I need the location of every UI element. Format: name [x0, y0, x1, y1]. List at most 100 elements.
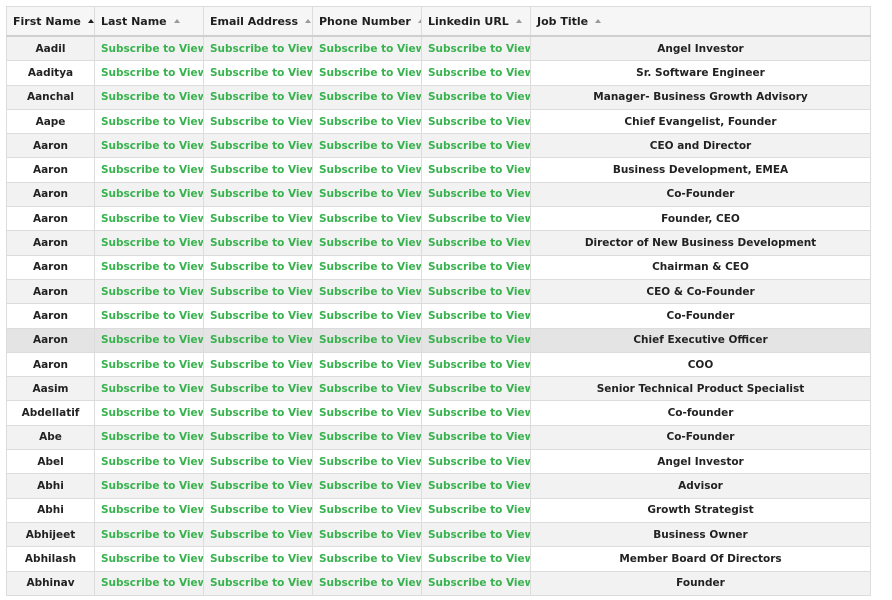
- subscribe-link-email-address[interactable]: Subscribe to View: [203, 376, 313, 402]
- subscribe-link-phone-number[interactable]: Subscribe to View: [312, 133, 422, 159]
- subscribe-link-phone-number[interactable]: Subscribe to View: [312, 376, 422, 402]
- subscribe-link-linkedin-url[interactable]: Subscribe to View: [421, 60, 531, 86]
- column-header-linkedin-url[interactable]: Linkedin URL: [421, 6, 531, 37]
- table-row[interactable]: Aaron Subscribe to View Subscribe to View S…: [6, 181, 871, 208]
- subscribe-link-linkedin-url[interactable]: Subscribe to View: [421, 84, 531, 110]
- subscribe-link-email-address[interactable]: Subscribe to View: [203, 35, 313, 62]
- table-row[interactable]: Aaron Subscribe to View Subscribe to View S…: [6, 303, 871, 329]
- table-row[interactable]: Aape Subscribe to View Subscribe to View Su…: [6, 108, 871, 135]
- subscribe-link-linkedin-url[interactable]: Subscribe to View: [421, 157, 531, 183]
- subscribe-link-last-name[interactable]: Subscribe to View: [94, 351, 204, 378]
- subscribe-link-email-address[interactable]: Subscribe to View: [203, 230, 313, 256]
- subscribe-link-phone-number[interactable]: Subscribe to View: [312, 206, 422, 232]
- subscribe-link-phone-number[interactable]: Subscribe to View: [312, 278, 422, 305]
- subscribe-link-email-address[interactable]: Subscribe to View: [203, 181, 313, 208]
- sort-asc-icon[interactable]: [173, 18, 180, 23]
- column-header-first-name[interactable]: First Name: [6, 6, 95, 37]
- subscribe-link-last-name[interactable]: Subscribe to View: [94, 230, 204, 256]
- table-row[interactable]: Aaditya Subscribe to View Subscribe to Vie…: [6, 60, 871, 86]
- subscribe-link-phone-number[interactable]: Subscribe to View: [312, 157, 422, 183]
- sort-asc-icon[interactable]: [417, 18, 421, 23]
- subscribe-link-last-name[interactable]: Subscribe to View: [94, 133, 204, 159]
- table-row[interactable]: Aaron Subscribe to View Subscribe to View S…: [6, 206, 871, 232]
- subscribe-link-phone-number[interactable]: Subscribe to View: [312, 473, 422, 499]
- sort-asc-icon[interactable]: [515, 18, 522, 23]
- subscribe-link-linkedin-url[interactable]: Subscribe to View: [421, 473, 531, 499]
- subscribe-link-email-address[interactable]: Subscribe to View: [203, 570, 313, 596]
- subscribe-link-email-address[interactable]: Subscribe to View: [203, 497, 313, 523]
- subscribe-link-linkedin-url[interactable]: Subscribe to View: [421, 206, 531, 232]
- subscribe-link-phone-number[interactable]: Subscribe to View: [312, 230, 422, 256]
- subscribe-link-email-address[interactable]: Subscribe to View: [203, 84, 313, 110]
- sort-asc-icon[interactable]: [595, 18, 602, 23]
- subscribe-link-last-name[interactable]: Subscribe to View: [94, 570, 204, 596]
- table-row[interactable]: Aaron Subscribe to View Subscribe to View S…: [6, 230, 871, 256]
- subscribe-link-phone-number[interactable]: Subscribe to View: [312, 521, 422, 548]
- column-header-job-title[interactable]: Job Title: [530, 6, 871, 37]
- subscribe-link-last-name[interactable]: Subscribe to View: [94, 497, 204, 523]
- subscribe-link-linkedin-url[interactable]: Subscribe to View: [421, 449, 531, 475]
- sort-asc-icon[interactable]: [305, 18, 312, 23]
- subscribe-link-last-name[interactable]: Subscribe to View: [94, 327, 204, 353]
- subscribe-link-phone-number[interactable]: Subscribe to View: [312, 449, 422, 475]
- subscribe-link-phone-number[interactable]: Subscribe to View: [312, 60, 422, 86]
- subscribe-link-last-name[interactable]: Subscribe to View: [94, 35, 204, 62]
- subscribe-link-email-address[interactable]: Subscribe to View: [203, 133, 313, 159]
- subscribe-link-email-address[interactable]: Subscribe to View: [203, 521, 313, 548]
- subscribe-link-last-name[interactable]: Subscribe to View: [94, 449, 204, 475]
- subscribe-link-linkedin-url[interactable]: Subscribe to View: [421, 278, 531, 305]
- subscribe-link-email-address[interactable]: Subscribe to View: [203, 206, 313, 232]
- subscribe-link-last-name[interactable]: Subscribe to View: [94, 424, 204, 451]
- table-row[interactable]: Abdellatif Subscribe to View Subscribe to …: [6, 400, 871, 426]
- subscribe-link-email-address[interactable]: Subscribe to View: [203, 351, 313, 378]
- table-row[interactable]: Aaron Subscribe to View Subscribe to View S…: [6, 278, 871, 305]
- subscribe-link-linkedin-url[interactable]: Subscribe to View: [421, 351, 531, 378]
- subscribe-link-linkedin-url[interactable]: Subscribe to View: [421, 497, 531, 523]
- table-row[interactable]: Abel Subscribe to View Subscribe to View Su…: [6, 449, 871, 475]
- subscribe-link-last-name[interactable]: Subscribe to View: [94, 254, 204, 280]
- subscribe-link-linkedin-url[interactable]: Subscribe to View: [421, 35, 531, 62]
- subscribe-link-phone-number[interactable]: Subscribe to View: [312, 327, 422, 353]
- subscribe-link-email-address[interactable]: Subscribe to View: [203, 400, 313, 426]
- subscribe-link-email-address[interactable]: Subscribe to View: [203, 327, 313, 353]
- table-row[interactable]: Abhi Subscribe to View Subscribe to View Su…: [6, 497, 871, 523]
- subscribe-link-phone-number[interactable]: Subscribe to View: [312, 497, 422, 523]
- table-row[interactable]: Abhi Subscribe to View Subscribe to View Su…: [6, 473, 871, 499]
- subscribe-link-phone-number[interactable]: Subscribe to View: [312, 84, 422, 110]
- subscribe-link-last-name[interactable]: Subscribe to View: [94, 278, 204, 305]
- subscribe-link-email-address[interactable]: Subscribe to View: [203, 473, 313, 499]
- subscribe-link-phone-number[interactable]: Subscribe to View: [312, 254, 422, 280]
- table-row[interactable]: Abhilash Subscribe to View Subscribe to Vi…: [6, 546, 871, 572]
- subscribe-link-email-address[interactable]: Subscribe to View: [203, 303, 313, 329]
- subscribe-link-linkedin-url[interactable]: Subscribe to View: [421, 546, 531, 572]
- subscribe-link-linkedin-url[interactable]: Subscribe to View: [421, 521, 531, 548]
- subscribe-link-phone-number[interactable]: Subscribe to View: [312, 570, 422, 596]
- table-row[interactable]: Aadil Subscribe to View Subscribe to View S…: [6, 35, 871, 62]
- subscribe-link-email-address[interactable]: Subscribe to View: [203, 546, 313, 572]
- subscribe-link-email-address[interactable]: Subscribe to View: [203, 60, 313, 86]
- table-row[interactable]: Aaron Subscribe to View Subscribe to View S…: [6, 254, 871, 280]
- table-row[interactable]: Abe Subscribe to View Subscribe to View Sub…: [6, 424, 871, 451]
- subscribe-link-phone-number[interactable]: Subscribe to View: [312, 108, 422, 135]
- subscribe-link-linkedin-url[interactable]: Subscribe to View: [421, 424, 531, 451]
- subscribe-link-last-name[interactable]: Subscribe to View: [94, 521, 204, 548]
- subscribe-link-linkedin-url[interactable]: Subscribe to View: [421, 230, 531, 256]
- subscribe-link-linkedin-url[interactable]: Subscribe to View: [421, 133, 531, 159]
- subscribe-link-last-name[interactable]: Subscribe to View: [94, 108, 204, 135]
- subscribe-link-phone-number[interactable]: Subscribe to View: [312, 424, 422, 451]
- subscribe-link-linkedin-url[interactable]: Subscribe to View: [421, 327, 531, 353]
- table-row[interactable]: Aaron Subscribe to View Subscribe to View S…: [6, 157, 871, 183]
- table-row[interactable]: Aanchal Subscribe to View Subscribe to Vie…: [6, 84, 871, 110]
- subscribe-link-linkedin-url[interactable]: Subscribe to View: [421, 303, 531, 329]
- column-header-phone-number[interactable]: Phone Number: [312, 6, 422, 37]
- subscribe-link-last-name[interactable]: Subscribe to View: [94, 400, 204, 426]
- subscribe-link-last-name[interactable]: Subscribe to View: [94, 546, 204, 572]
- subscribe-link-last-name[interactable]: Subscribe to View: [94, 84, 204, 110]
- column-header-last-name[interactable]: Last Name: [94, 6, 204, 37]
- subscribe-link-email-address[interactable]: Subscribe to View: [203, 108, 313, 135]
- subscribe-link-linkedin-url[interactable]: Subscribe to View: [421, 570, 531, 596]
- subscribe-link-email-address[interactable]: Subscribe to View: [203, 254, 313, 280]
- subscribe-link-last-name[interactable]: Subscribe to View: [94, 303, 204, 329]
- subscribe-link-phone-number[interactable]: Subscribe to View: [312, 303, 422, 329]
- subscribe-link-last-name[interactable]: Subscribe to View: [94, 376, 204, 402]
